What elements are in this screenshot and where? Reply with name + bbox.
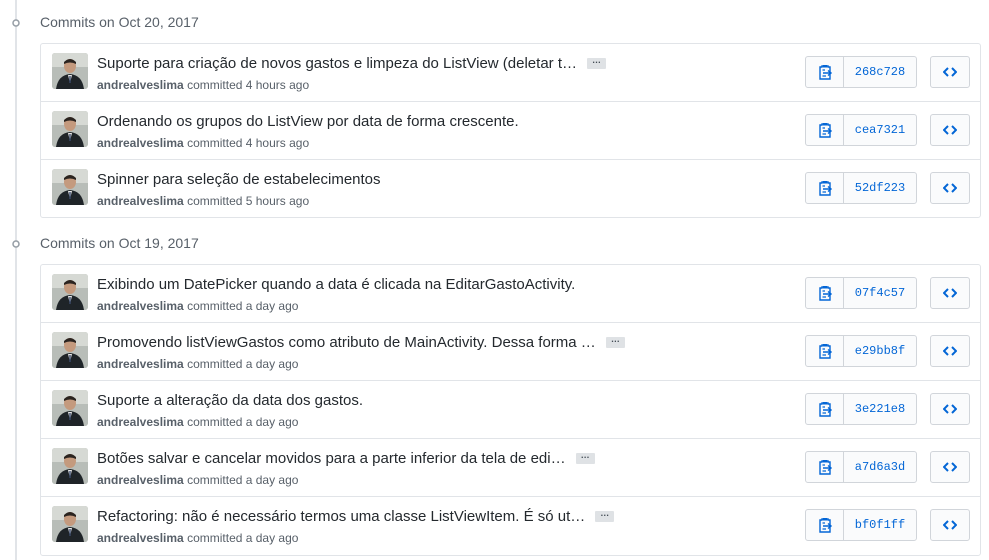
commit-title-link[interactable]: Suporte para criação de novos gastos e l… <box>97 55 577 72</box>
code-icon <box>943 183 957 193</box>
code-icon <box>943 404 957 414</box>
user-avatar[interactable] <box>52 448 88 484</box>
sha-button-group: cea7321 <box>805 114 917 146</box>
commit-row: Exibindo um DatePicker quando a data é c… <box>41 265 980 323</box>
user-avatar[interactable] <box>52 111 88 147</box>
commit-sha-link[interactable]: bf0f1ff <box>844 510 916 540</box>
commit-time: committed a day ago <box>187 299 299 313</box>
clippy-icon <box>818 460 832 475</box>
commit-time: committed 4 hours ago <box>187 78 310 92</box>
copy-sha-button[interactable] <box>806 278 844 308</box>
sha-button-group: 52df223 <box>805 172 917 204</box>
group-date-label: Commits on Oct 20, 2017 <box>40 14 199 30</box>
commit-author-link[interactable]: andrealveslima <box>97 531 184 545</box>
browse-repo-button[interactable] <box>930 393 970 425</box>
commit-list: Exibindo um DatePicker quando a data é c… <box>40 264 981 556</box>
commit-time: committed 4 hours ago <box>187 136 310 150</box>
commit-author-link[interactable]: andrealveslima <box>97 136 184 150</box>
commit-sha-link[interactable]: 52df223 <box>844 173 916 203</box>
commit-row: Ordenando os grupos do ListView por data… <box>41 102 980 160</box>
commit-row: Suporte a alteração da data dos gastos. … <box>41 381 980 439</box>
commit-time: committed a day ago <box>187 531 299 545</box>
clippy-icon <box>818 402 832 417</box>
copy-sha-button[interactable] <box>806 115 844 145</box>
clippy-icon <box>818 518 832 533</box>
commit-title-link[interactable]: Suporte a alteração da data dos gastos. <box>97 392 363 409</box>
browse-repo-button[interactable] <box>930 335 970 367</box>
clippy-icon <box>818 181 832 196</box>
expand-message-button[interactable]: … <box>575 451 595 464</box>
clippy-icon <box>818 65 832 80</box>
code-icon <box>943 67 957 77</box>
commit-sha-link[interactable]: e29bb8f <box>844 336 916 366</box>
user-avatar[interactable] <box>52 506 88 542</box>
expand-message-button[interactable]: … <box>605 335 625 348</box>
commit-time: committed a day ago <box>187 415 299 429</box>
commit-sha-link[interactable]: a7d6a3d <box>844 452 916 482</box>
user-avatar[interactable] <box>52 53 88 89</box>
browse-repo-button[interactable] <box>930 451 970 483</box>
group-date-label: Commits on Oct 19, 2017 <box>40 235 199 251</box>
commit-sha-link[interactable]: cea7321 <box>844 115 916 145</box>
sha-button-group: bf0f1ff <box>805 509 917 541</box>
commit-author-link[interactable]: andrealveslima <box>97 194 184 208</box>
browse-repo-button[interactable] <box>930 56 970 88</box>
user-avatar[interactable] <box>52 274 88 310</box>
copy-sha-button[interactable] <box>806 57 844 87</box>
commit-sha-link[interactable]: 3e221e8 <box>844 394 916 424</box>
copy-sha-button[interactable] <box>806 452 844 482</box>
commit-author-link[interactable]: andrealveslima <box>97 78 184 92</box>
commit-row: Refactoring: não é necessário termos uma… <box>41 497 980 555</box>
commit-row: Suporte para criação de novos gastos e l… <box>41 44 980 102</box>
user-avatar[interactable] <box>52 332 88 368</box>
commit-title-link[interactable]: Spinner para seleção de estabelecimentos <box>97 171 381 188</box>
clippy-icon <box>818 344 832 359</box>
commit-list: Suporte para criação de novos gastos e l… <box>40 43 981 218</box>
timeline-line <box>15 0 17 560</box>
commit-title-link[interactable]: Ordenando os grupos do ListView por data… <box>97 113 519 130</box>
browse-repo-button[interactable] <box>930 277 970 309</box>
browse-repo-button[interactable] <box>930 509 970 541</box>
code-icon <box>943 520 957 530</box>
commit-sha-link[interactable]: 07f4c57 <box>844 278 916 308</box>
commit-sha-link[interactable]: 268c728 <box>844 57 916 87</box>
sha-button-group: 07f4c57 <box>805 277 917 309</box>
copy-sha-button[interactable] <box>806 394 844 424</box>
commit-time: committed a day ago <box>187 357 299 371</box>
commit-author-link[interactable]: andrealveslima <box>97 357 184 371</box>
commit-title-link[interactable]: Refactoring: não é necessário termos uma… <box>97 508 585 525</box>
commit-time: committed a day ago <box>187 473 299 487</box>
copy-sha-button[interactable] <box>806 336 844 366</box>
user-avatar[interactable] <box>52 390 88 426</box>
commit-title-link[interactable]: Botões salvar e cancelar movidos para a … <box>97 450 566 467</box>
browse-repo-button[interactable] <box>930 114 970 146</box>
browse-repo-button[interactable] <box>930 172 970 204</box>
sha-button-group: 268c728 <box>805 56 917 88</box>
commit-row: Promovendo listViewGastos como atributo … <box>41 323 980 381</box>
sha-button-group: a7d6a3d <box>805 451 917 483</box>
expand-message-button[interactable]: … <box>587 56 606 69</box>
copy-sha-button[interactable] <box>806 510 844 540</box>
commit-row: Botões salvar e cancelar movidos para a … <box>41 439 980 497</box>
clippy-icon <box>818 286 832 301</box>
code-icon <box>943 462 957 472</box>
commit-title-link[interactable]: Exibindo um DatePicker quando a data é c… <box>97 276 575 293</box>
commit-title-link[interactable]: Promovendo listViewGastos como atributo … <box>97 334 596 351</box>
commit-author-link[interactable]: andrealveslima <box>97 473 184 487</box>
expand-message-button[interactable]: … <box>595 509 615 522</box>
commit-row: Spinner para seleção de estabelecimentos… <box>41 160 980 218</box>
code-icon <box>943 346 957 356</box>
sha-button-group: e29bb8f <box>805 335 917 367</box>
git-commit-icon <box>9 17 23 29</box>
commit-time: committed 5 hours ago <box>187 194 310 208</box>
commit-author-link[interactable]: andrealveslima <box>97 299 184 313</box>
code-icon <box>943 288 957 298</box>
sha-button-group: 3e221e8 <box>805 393 917 425</box>
user-avatar[interactable] <box>52 169 88 205</box>
clippy-icon <box>818 123 832 138</box>
commit-author-link[interactable]: andrealveslima <box>97 415 184 429</box>
git-commit-icon <box>9 238 23 250</box>
copy-sha-button[interactable] <box>806 173 844 203</box>
code-icon <box>943 125 957 135</box>
